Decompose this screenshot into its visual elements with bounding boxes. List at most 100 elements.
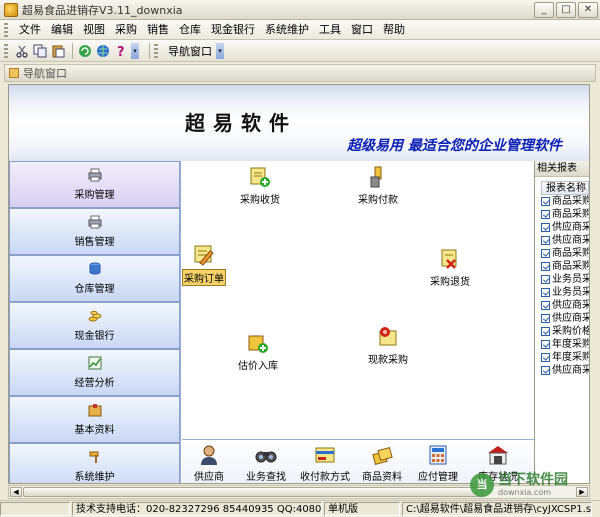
report-item[interactable]: 商品采购 xyxy=(541,208,589,221)
report-check-icon xyxy=(541,314,550,323)
toolbar-overflow-chevron-icon[interactable]: ▾ xyxy=(131,42,139,59)
nav-label: 现金银行 xyxy=(74,331,115,342)
quick-supplier[interactable]: 供应商 xyxy=(194,444,224,483)
help-icon[interactable]: ? xyxy=(113,43,128,58)
toolbar2-overflow-chevron-icon[interactable]: ▾ xyxy=(216,42,224,59)
flow-purchase-payment[interactable]: 采购付款 xyxy=(358,165,398,206)
globe-icon[interactable] xyxy=(95,43,110,58)
coins-icon xyxy=(88,309,102,323)
menu-purchase[interactable]: 采购 xyxy=(110,21,142,39)
calculator-icon xyxy=(429,445,447,465)
scroll-left-icon[interactable]: ◀ xyxy=(10,487,22,497)
menu-edit[interactable]: 编辑 xyxy=(46,21,78,39)
flow-purchase-order[interactable]: 采购订单 xyxy=(182,243,226,286)
reports-title: 相关报表 xyxy=(535,161,589,177)
quick-payment-method[interactable]: 收付款方式 xyxy=(300,444,350,483)
flow-estimate-inbound[interactable]: 估价入库 xyxy=(238,331,278,372)
flow-purchase-return[interactable]: 采购退货 xyxy=(430,247,470,288)
scroll-thumb[interactable] xyxy=(23,487,483,497)
printer-icon xyxy=(88,215,102,229)
report-check-icon xyxy=(541,197,550,206)
menu-view[interactable]: 视图 xyxy=(78,21,110,39)
status-path: C:\超易软件\超易食品进销存\cyJXCSP1.sys xyxy=(402,502,592,516)
banner-title: 超易软件 xyxy=(185,111,297,135)
report-item[interactable]: 供应商采 xyxy=(541,234,589,247)
watermark: 当 当下软件园 downxia.com xyxy=(470,470,596,500)
report-item[interactable]: 供应商采 xyxy=(541,312,590,325)
report-item[interactable]: 年度采购 xyxy=(541,338,590,351)
menu-help[interactable]: 帮助 xyxy=(378,21,410,39)
copy-icon[interactable] xyxy=(32,43,47,58)
minimize-button[interactable]: _ xyxy=(534,2,554,18)
flow-purchase-receipt[interactable]: 采购收货 xyxy=(240,165,280,206)
nav-cash-bank[interactable]: 现金银行 xyxy=(9,302,180,349)
menu-system[interactable]: 系统维护 xyxy=(260,21,314,39)
menu-warehouse[interactable]: 仓库 xyxy=(174,21,206,39)
report-label: 供应商采 xyxy=(552,313,590,324)
report-item[interactable]: 商品采购 xyxy=(541,247,589,260)
toolbar2-grip-handle[interactable] xyxy=(154,43,158,58)
nav-label: 经营分析 xyxy=(74,378,115,389)
cut-icon[interactable] xyxy=(14,43,29,58)
report-item[interactable]: 业务员采 xyxy=(541,273,590,286)
flow-cash-purchase[interactable]: 现款采购 xyxy=(368,325,408,366)
nav-label: 仓库管理 xyxy=(74,284,115,295)
nav-purchase-management[interactable]: 采购管理 xyxy=(9,161,180,208)
flow-label: 估价入库 xyxy=(238,361,278,372)
menu-sales[interactable]: 销售 xyxy=(142,21,174,39)
banner-slogan: 超级易用 最适合您的企业管理软件 xyxy=(347,138,562,154)
report-label: 年度采购 xyxy=(552,339,590,350)
related-reports-panel: 相关报表 报表名称 商品采购 商品采购 供应商采 供应商采 商品采购 商品采购 … xyxy=(534,161,590,483)
maximize-button[interactable]: □ xyxy=(556,2,576,18)
nav-label: 系统维护 xyxy=(74,472,115,483)
report-item[interactable]: 业务员采 xyxy=(541,286,589,299)
report-item[interactable]: 采购价格 xyxy=(541,325,589,338)
watermark-logo-icon: 当 xyxy=(470,473,494,497)
window-controls: _ □ ✕ xyxy=(534,2,598,18)
module-nav: 采购管理 销售管理 仓库管理 现金银行 经营分析 基本资料 系统维护 xyxy=(9,161,181,483)
nav-window-button[interactable]: 导航窗口 xyxy=(164,43,216,59)
toolbar-separator xyxy=(149,42,150,59)
menu-file[interactable]: 文件 xyxy=(14,21,46,39)
report-item[interactable]: 供应商采 xyxy=(541,364,589,377)
nav-system-maintenance[interactable]: 系统维护 xyxy=(9,443,180,483)
paste-icon[interactable] xyxy=(50,43,65,58)
report-item[interactable]: 年度采购 xyxy=(541,351,589,364)
report-label: 业务员采 xyxy=(552,274,590,285)
quick-product-data[interactable]: 商品资料 xyxy=(362,444,402,483)
menu-tools[interactable]: 工具 xyxy=(314,21,346,39)
flow-label: 采购收货 xyxy=(240,195,280,206)
quick-business-search[interactable]: 业务查找 xyxy=(246,444,286,483)
report-item[interactable]: 商品采购 xyxy=(541,195,589,208)
menu-cash-bank[interactable]: 现金银行 xyxy=(206,21,260,39)
reports-list: 商品采购 商品采购 供应商采 供应商采 商品采购 商品采购 业务员采 业务员采 … xyxy=(535,195,590,377)
report-check-icon xyxy=(541,262,550,271)
nav-basic-data[interactable]: 基本资料 xyxy=(9,396,180,443)
menu-grip-handle[interactable] xyxy=(4,22,8,37)
inbound-add-icon xyxy=(248,335,268,353)
report-label: 商品采购 xyxy=(552,261,590,272)
nav-window-body: 超易软件 超级易用 最适合您的企业管理软件 采购管理 销售管理 仓库管理 现金银… xyxy=(8,84,590,484)
quick-payables[interactable]: 应付管理 xyxy=(418,444,458,483)
report-check-icon xyxy=(541,223,550,232)
report-check-icon xyxy=(541,340,550,349)
close-button[interactable]: ✕ xyxy=(578,2,598,18)
cash-document-icon xyxy=(379,327,397,346)
nav-business-analysis[interactable]: 经营分析 xyxy=(9,349,180,396)
nav-sales-management[interactable]: 销售管理 xyxy=(9,208,180,255)
chart-icon xyxy=(88,356,102,370)
database-icon xyxy=(88,262,102,276)
report-item[interactable]: 供应商采 xyxy=(541,221,589,234)
refresh-icon[interactable] xyxy=(77,43,92,58)
reports-column-header[interactable]: 报表名称 xyxy=(541,181,589,195)
toolbar-grip-handle[interactable] xyxy=(4,43,8,58)
title-bar: 超易食品进销存V3.11_downxia _ □ ✕ xyxy=(0,0,600,20)
nav-warehouse-management[interactable]: 仓库管理 xyxy=(9,255,180,302)
nav-label: 基本资料 xyxy=(74,425,115,436)
document-add-icon xyxy=(250,167,270,187)
report-item[interactable]: 商品采购 xyxy=(541,260,590,273)
menu-window[interactable]: 窗口 xyxy=(346,21,378,39)
report-item[interactable]: 供应商采 xyxy=(541,299,589,312)
nav-window-caption: 导航窗口 xyxy=(4,64,596,82)
nav-label: 采购管理 xyxy=(74,190,115,201)
